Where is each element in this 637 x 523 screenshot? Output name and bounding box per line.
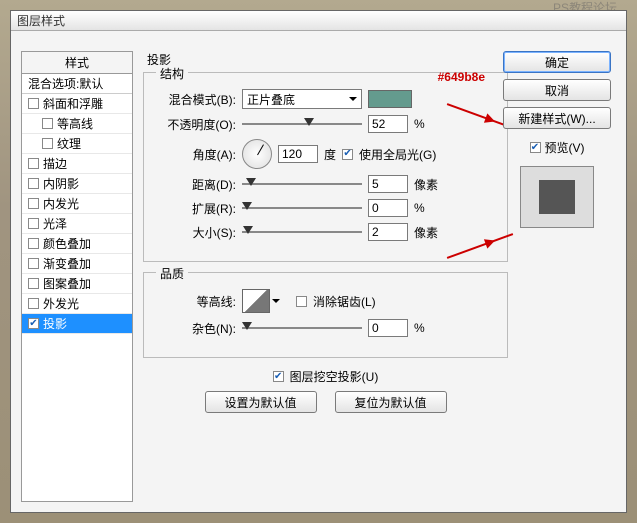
style-label: 图案叠加 — [43, 275, 91, 292]
opacity-label: 不透明度(O): — [152, 116, 236, 133]
angle-dial[interactable] — [242, 139, 272, 169]
structure-group: 结构 #649b8e 混合模式(B): 正片叠底 不透明度(O): % 角度(A… — [143, 72, 508, 262]
size-input[interactable] — [368, 223, 408, 241]
shadow-color-swatch[interactable] — [368, 90, 412, 108]
style-item-等高线[interactable]: 等高线 — [22, 114, 132, 134]
global-light-checkbox[interactable] — [342, 149, 353, 160]
noise-label: 杂色(N): — [152, 320, 236, 337]
knockout-checkbox[interactable] — [273, 371, 284, 382]
style-checkbox[interactable] — [28, 158, 39, 169]
preview-checkbox[interactable] — [530, 142, 541, 153]
distance-label: 距离(D): — [152, 176, 236, 193]
opacity-input[interactable] — [368, 115, 408, 133]
style-item-内发光[interactable]: 内发光 — [22, 194, 132, 214]
distance-slider[interactable] — [242, 178, 362, 190]
style-label: 渐变叠加 — [43, 255, 91, 272]
blend-mode-label: 混合模式(B): — [152, 91, 236, 108]
quality-group: 品质 等高线: 消除锯齿(L) 杂色(N): % — [143, 272, 508, 358]
angle-label: 角度(A): — [152, 146, 236, 163]
contour-label: 等高线: — [152, 293, 236, 310]
style-item-内阴影[interactable]: 内阴影 — [22, 174, 132, 194]
cancel-button[interactable]: 取消 — [503, 79, 611, 101]
reset-default-button[interactable]: 复位为默认值 — [335, 391, 447, 413]
opacity-unit: % — [414, 117, 442, 131]
style-label: 外发光 — [43, 295, 79, 312]
style-label: 内发光 — [43, 195, 79, 212]
contour-picker[interactable] — [242, 289, 270, 313]
spread-unit: % — [414, 201, 442, 215]
hex-annotation: #649b8e — [438, 70, 485, 84]
noise-input[interactable] — [368, 319, 408, 337]
blend-mode-select[interactable]: 正片叠底 — [242, 89, 362, 109]
antialias-checkbox[interactable] — [296, 296, 307, 307]
structure-legend: 结构 — [156, 65, 188, 82]
angle-input[interactable] — [278, 145, 318, 163]
styles-list: 样式 混合选项:默认 斜面和浮雕等高线纹理描边内阴影内发光光泽颜色叠加渐变叠加图… — [21, 51, 133, 502]
style-checkbox[interactable] — [28, 238, 39, 249]
antialias-label: 消除锯齿(L) — [313, 293, 376, 310]
style-item-光泽[interactable]: 光泽 — [22, 214, 132, 234]
style-label: 斜面和浮雕 — [43, 95, 103, 112]
style-label: 描边 — [43, 155, 67, 172]
opacity-slider[interactable] — [242, 118, 362, 130]
style-checkbox[interactable] — [28, 98, 39, 109]
style-item-描边[interactable]: 描边 — [22, 154, 132, 174]
style-checkbox[interactable] — [28, 178, 39, 189]
blend-options-default[interactable]: 混合选项:默认 — [22, 74, 132, 94]
global-light-label: 使用全局光(G) — [359, 146, 436, 163]
style-label: 等高线 — [57, 115, 93, 132]
noise-slider[interactable] — [242, 322, 362, 334]
size-label: 大小(S): — [152, 224, 236, 241]
style-checkbox[interactable] — [28, 278, 39, 289]
style-checkbox[interactable] — [28, 298, 39, 309]
style-checkbox[interactable] — [28, 218, 39, 229]
styles-header: 样式 — [22, 52, 132, 74]
ok-button[interactable]: 确定 — [503, 51, 611, 73]
spread-label: 扩展(R): — [152, 200, 236, 217]
spread-input[interactable] — [368, 199, 408, 217]
style-label: 内阴影 — [43, 175, 79, 192]
style-item-纹理[interactable]: 纹理 — [22, 134, 132, 154]
style-item-颜色叠加[interactable]: 颜色叠加 — [22, 234, 132, 254]
style-item-斜面和浮雕[interactable]: 斜面和浮雕 — [22, 94, 132, 114]
noise-unit: % — [414, 321, 442, 335]
style-checkbox[interactable] — [28, 258, 39, 269]
style-label: 投影 — [43, 315, 67, 332]
knockout-label: 图层挖空投影(U) — [290, 368, 379, 385]
quality-legend: 品质 — [156, 265, 188, 282]
distance-input[interactable] — [368, 175, 408, 193]
distance-unit: 像素 — [414, 176, 442, 193]
layer-style-dialog: 图层样式 样式 混合选项:默认 斜面和浮雕等高线纹理描边内阴影内发光光泽颜色叠加… — [10, 10, 627, 513]
style-item-投影[interactable]: 投影 — [22, 314, 132, 334]
style-checkbox[interactable] — [42, 138, 53, 149]
style-item-图案叠加[interactable]: 图案叠加 — [22, 274, 132, 294]
size-unit: 像素 — [414, 224, 442, 241]
set-default-button[interactable]: 设置为默认值 — [205, 391, 317, 413]
size-slider[interactable] — [242, 226, 362, 238]
preview-thumbnail — [520, 166, 594, 228]
style-checkbox[interactable] — [42, 118, 53, 129]
style-checkbox[interactable] — [28, 318, 39, 329]
style-item-外发光[interactable]: 外发光 — [22, 294, 132, 314]
style-label: 纹理 — [57, 135, 81, 152]
style-item-渐变叠加[interactable]: 渐变叠加 — [22, 254, 132, 274]
window-title: 图层样式 — [17, 12, 65, 29]
spread-slider[interactable] — [242, 202, 362, 214]
angle-unit: 度 — [324, 146, 336, 163]
style-label: 颜色叠加 — [43, 235, 91, 252]
new-style-button[interactable]: 新建样式(W)... — [503, 107, 611, 129]
style-label: 光泽 — [43, 215, 67, 232]
preview-label: 预览(V) — [545, 139, 585, 156]
style-checkbox[interactable] — [28, 198, 39, 209]
title-bar: 图层样式 — [11, 11, 626, 31]
panel-title: 投影 — [143, 51, 508, 68]
